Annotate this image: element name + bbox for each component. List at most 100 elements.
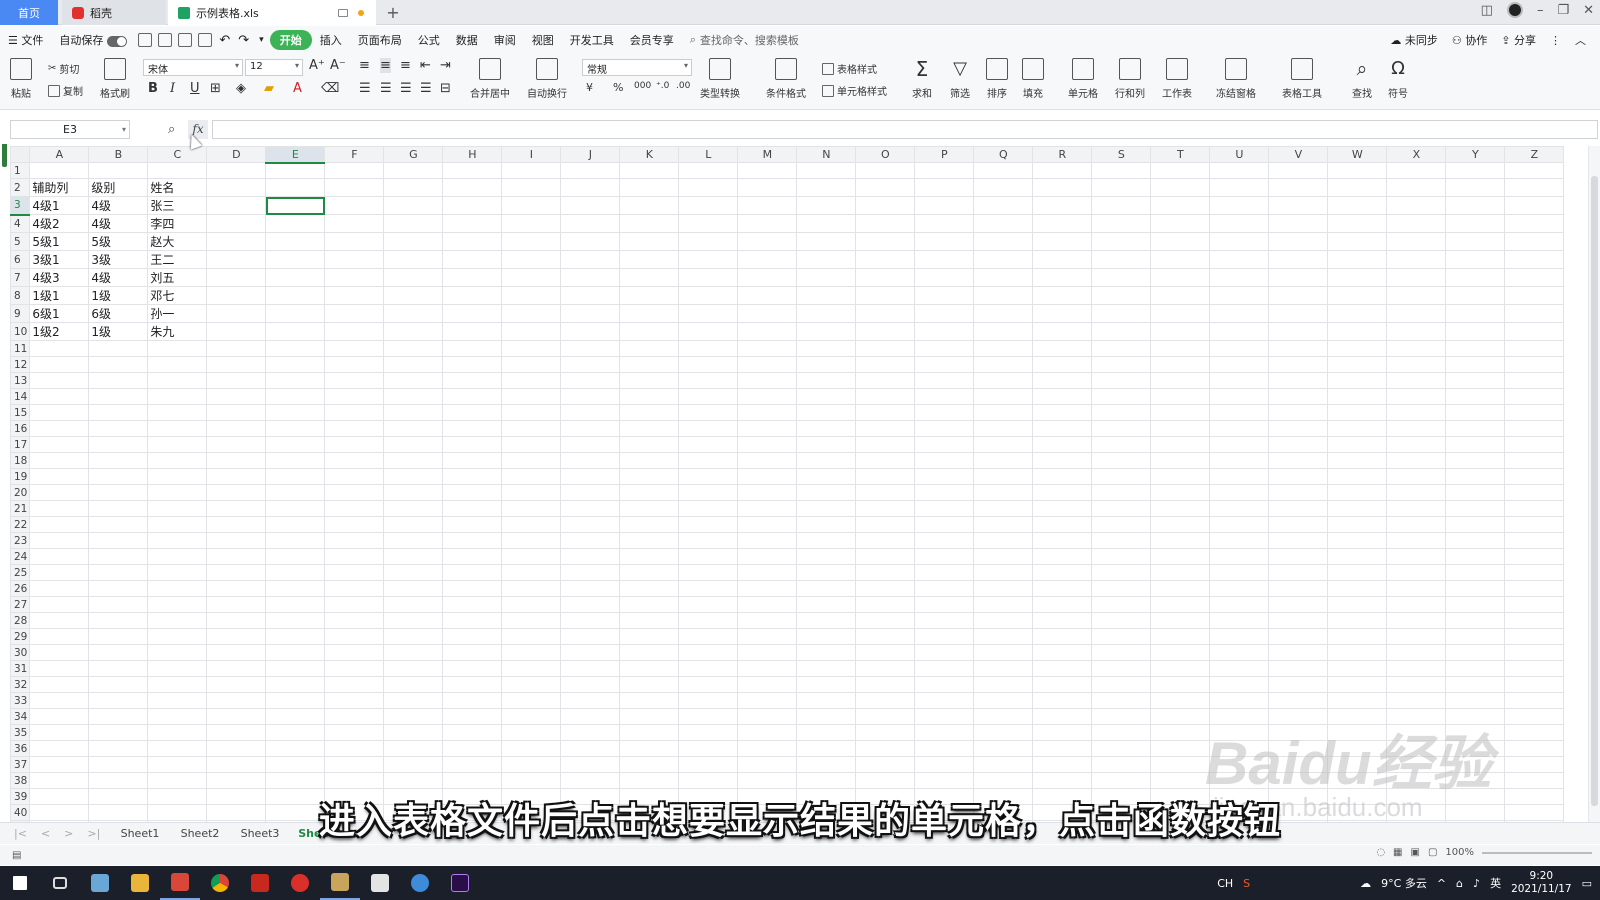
cell-I22[interactable] [501, 516, 562, 533]
row-header[interactable]: 5 [10, 232, 31, 251]
cell-O15[interactable] [855, 404, 916, 421]
cell-Q19[interactable] [973, 468, 1034, 485]
cell-D32[interactable] [206, 676, 267, 693]
cell-B19[interactable] [88, 468, 149, 485]
cell-F7[interactable] [324, 268, 385, 287]
cell-W6[interactable] [1327, 250, 1388, 269]
cell-D14[interactable] [206, 388, 267, 405]
cell-K19[interactable] [619, 468, 680, 485]
taskbar-netease[interactable] [280, 866, 320, 900]
cell-button[interactable]: 单元格 [1068, 58, 1098, 100]
cell-X6[interactable] [1386, 250, 1447, 269]
row-header[interactable]: 28 [10, 612, 31, 629]
macro-icon[interactable]: ▤ [12, 850, 21, 861]
cell-P16[interactable] [914, 420, 975, 437]
column-header[interactable]: G [383, 146, 444, 163]
cell-F33[interactable] [324, 692, 385, 709]
cell-I8[interactable] [501, 286, 562, 305]
cell-C21[interactable] [147, 500, 208, 517]
cell-R14[interactable] [1032, 388, 1093, 405]
cell-P35[interactable] [914, 724, 975, 741]
cell-G24[interactable] [383, 548, 444, 565]
cell-Y16[interactable] [1445, 420, 1506, 437]
cell-O9[interactable] [855, 304, 916, 323]
cell-P12[interactable] [914, 356, 975, 373]
cell-N17[interactable] [796, 436, 857, 453]
column-header[interactable]: D [206, 146, 267, 163]
fill-button[interactable]: 填充 [1022, 58, 1044, 100]
cell-W9[interactable] [1327, 304, 1388, 323]
cell-B30[interactable] [88, 644, 149, 661]
cell-I14[interactable] [501, 388, 562, 405]
menu-insert[interactable]: 插入 [312, 32, 350, 48]
cell-Q20[interactable] [973, 484, 1034, 501]
cell-I24[interactable] [501, 548, 562, 565]
cell-C12[interactable] [147, 356, 208, 373]
cell-X10[interactable] [1386, 322, 1447, 341]
worksheet-button[interactable]: 工作表 [1162, 58, 1192, 100]
cell-Z11[interactable] [1504, 340, 1565, 357]
cell-G13[interactable] [383, 372, 444, 389]
volume-icon[interactable]: ♪ [1473, 877, 1480, 890]
cell-C6[interactable]: 王二 [147, 250, 208, 269]
cell-Q27[interactable] [973, 596, 1034, 613]
merge-center-button[interactable]: 合并居中 [470, 58, 510, 100]
cell-E21[interactable] [265, 500, 326, 517]
more-icon[interactable]: ▾ [259, 35, 264, 45]
cell-I4[interactable] [501, 214, 562, 233]
column-header[interactable]: U [1209, 146, 1270, 163]
cell-Q11[interactable] [973, 340, 1034, 357]
cell-W10[interactable] [1327, 322, 1388, 341]
cell-L38[interactable] [678, 772, 739, 789]
cell-S19[interactable] [1091, 468, 1152, 485]
cell-H10[interactable] [442, 322, 503, 341]
cell-I35[interactable] [501, 724, 562, 741]
cell-F18[interactable] [324, 452, 385, 469]
row-header[interactable]: 20 [10, 484, 31, 501]
column-header[interactable]: H [442, 146, 503, 163]
command-search[interactable]: ⌕ 查找命令、搜索模板 [682, 32, 807, 48]
cell-D18[interactable] [206, 452, 267, 469]
cell-N36[interactable] [796, 740, 857, 757]
cell-D36[interactable] [206, 740, 267, 757]
cell-J4[interactable] [560, 214, 621, 233]
cell-C1[interactable] [147, 162, 208, 179]
cell-W12[interactable] [1327, 356, 1388, 373]
cell-U14[interactable] [1209, 388, 1270, 405]
cell-C14[interactable] [147, 388, 208, 405]
cell-N3[interactable] [796, 196, 857, 215]
cell-L4[interactable] [678, 214, 739, 233]
cell-X20[interactable] [1386, 484, 1447, 501]
undo-icon[interactable]: ↶ [219, 33, 230, 48]
cell-U5[interactable] [1209, 232, 1270, 251]
cell-J9[interactable] [560, 304, 621, 323]
cell-G30[interactable] [383, 644, 444, 661]
cell-N38[interactable] [796, 772, 857, 789]
filter-button[interactable]: ▽ 筛选 [950, 58, 970, 100]
cell-T5[interactable] [1150, 232, 1211, 251]
cell-E25[interactable] [265, 564, 326, 581]
cell-I1[interactable] [501, 162, 562, 179]
redo-icon[interactable]: ↷ [238, 33, 249, 48]
cell-O16[interactable] [855, 420, 916, 437]
cell-R13[interactable] [1032, 372, 1093, 389]
taskbar-app-1[interactable] [80, 866, 120, 900]
cell-Y31[interactable] [1445, 660, 1506, 677]
cell-G33[interactable] [383, 692, 444, 709]
cell-N13[interactable] [796, 372, 857, 389]
cell-K29[interactable] [619, 628, 680, 645]
cell-Q36[interactable] [973, 740, 1034, 757]
cell-C13[interactable] [147, 372, 208, 389]
cell-Q22[interactable] [973, 516, 1034, 533]
sogou-icon[interactable]: S [1243, 877, 1250, 890]
conditional-format-button[interactable]: 条件格式 [766, 58, 806, 100]
cell-X14[interactable] [1386, 388, 1447, 405]
cell-F1[interactable] [324, 162, 385, 179]
save-icon[interactable] [138, 33, 153, 47]
cell-J32[interactable] [560, 676, 621, 693]
cell-E23[interactable] [265, 532, 326, 549]
cell-L30[interactable] [678, 644, 739, 661]
cell-C19[interactable] [147, 468, 208, 485]
cell-S33[interactable] [1091, 692, 1152, 709]
view-normal-icon[interactable]: ▦ [1393, 847, 1402, 858]
